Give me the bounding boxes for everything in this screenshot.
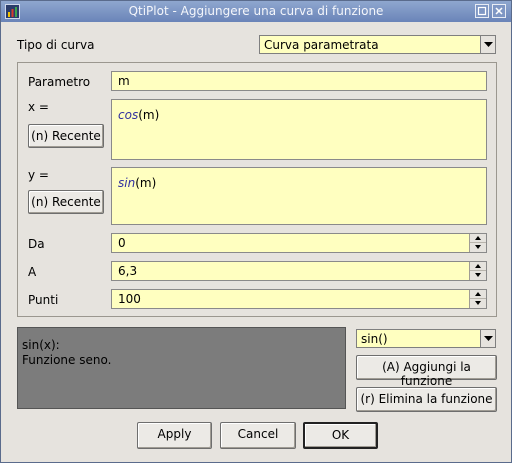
maximize-icon: [477, 6, 487, 16]
x-equation-label: x =: [28, 100, 49, 114]
close-button[interactable]: [492, 4, 506, 18]
arrow-up-icon: [475, 236, 481, 240]
chevron-down-icon: [484, 42, 493, 47]
help-function-signature: sin(x):: [22, 338, 60, 352]
function-help-panel: sin(x): Funzione seno.: [17, 327, 346, 409]
y-formula-input[interactable]: sin(m): [111, 167, 487, 225]
parameter-input[interactable]: m: [111, 71, 487, 91]
from-increment-button[interactable]: [470, 234, 486, 243]
points-spinbox[interactable]: 100: [111, 289, 487, 309]
x-recent-label: (n) Recente: [31, 129, 101, 143]
to-spin-buttons: [469, 262, 486, 280]
from-spinbox[interactable]: 0: [111, 233, 487, 253]
arrow-down-icon: [475, 245, 481, 249]
add-function-button[interactable]: (A) Aggiungi la funzione: [356, 355, 497, 388]
dialog-window: QtiPlot - Aggiungere una curva di funzio…: [0, 0, 512, 463]
y-function-arg: (m): [135, 176, 157, 190]
y-recent-button[interactable]: (n) Recente: [28, 190, 104, 214]
y-recent-label: (n) Recente: [31, 195, 101, 209]
points-value: 100: [118, 292, 141, 306]
parameter-value: m: [118, 74, 130, 88]
help-function-description: Funzione seno.: [22, 353, 112, 367]
cancel-label: Cancel: [237, 427, 279, 441]
arrow-up-icon: [475, 292, 481, 296]
points-increment-button[interactable]: [470, 290, 486, 299]
window-title: QtiPlot - Aggiungere una curva di funzio…: [128, 4, 384, 18]
ok-button[interactable]: OK: [303, 422, 378, 449]
apply-button[interactable]: Apply: [137, 422, 212, 449]
to-spinbox[interactable]: 6,3: [111, 261, 487, 281]
title-bar[interactable]: QtiPlot - Aggiungere una curva di funzio…: [1, 1, 511, 22]
function-select-value: sin(): [361, 332, 388, 346]
arrow-up-icon: [475, 264, 481, 268]
chevron-down-icon: [484, 336, 493, 341]
curve-parameters-group: Parametro m x = (n) Recente cos(m) y = (…: [17, 62, 497, 317]
remove-function-button[interactable]: (r) Elimina la funzione: [356, 387, 497, 412]
cancel-button[interactable]: Cancel: [220, 422, 296, 449]
to-decrement-button[interactable]: [470, 271, 486, 280]
from-decrement-button[interactable]: [470, 243, 486, 252]
points-spin-buttons: [469, 290, 486, 308]
x-formula-value: cos(m): [118, 108, 159, 122]
to-increment-button[interactable]: [470, 262, 486, 271]
y-formula-value: sin(m): [118, 176, 156, 190]
close-icon: [495, 7, 503, 15]
arrow-down-icon: [475, 273, 481, 277]
from-value: 0: [118, 236, 126, 250]
add-function-label: (A) Aggiungi la funzione: [382, 360, 471, 388]
arrow-down-icon: [475, 301, 481, 305]
x-formula-input[interactable]: cos(m): [111, 99, 487, 160]
from-spin-buttons: [469, 234, 486, 252]
from-label: Da: [28, 237, 45, 251]
apply-label: Apply: [157, 427, 192, 441]
x-function-name: cos: [118, 108, 139, 122]
to-value: 6,3: [118, 264, 138, 278]
to-label: A: [28, 265, 37, 279]
function-select[interactable]: sin(): [356, 329, 496, 348]
curve-type-select[interactable]: Curva parametrata: [259, 35, 496, 54]
maximize-button[interactable]: [475, 4, 489, 18]
curve-type-value: Curva parametrata: [264, 38, 379, 52]
remove-function-label: (r) Elimina la funzione: [360, 392, 493, 406]
function-select-dropdown-button[interactable]: [480, 329, 496, 348]
x-function-arg: (m): [138, 108, 160, 122]
curve-type-label: Tipo di curva: [17, 38, 95, 52]
curve-type-dropdown-button[interactable]: [480, 35, 496, 54]
points-decrement-button[interactable]: [470, 299, 486, 308]
x-recent-button[interactable]: (n) Recente: [28, 124, 104, 148]
ok-label: OK: [331, 428, 350, 442]
parameter-label: Parametro: [28, 75, 91, 89]
points-label: Punti: [28, 293, 59, 307]
y-function-name: sin: [118, 176, 136, 190]
y-equation-label: y =: [28, 168, 49, 182]
